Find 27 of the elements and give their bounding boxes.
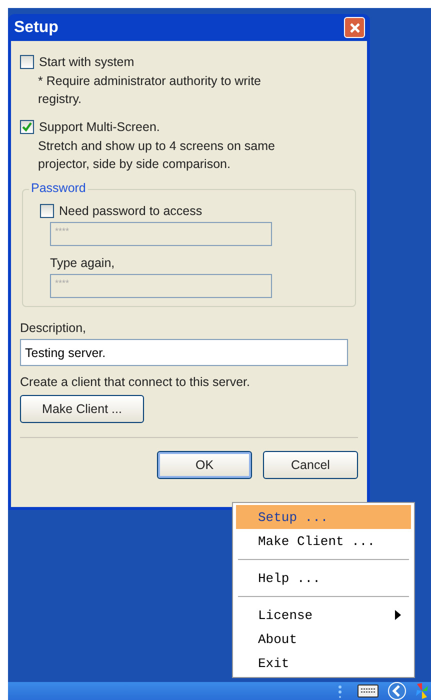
checkbox-label[interactable]: Start with system xyxy=(39,55,134,69)
menu-item[interactable]: License xyxy=(236,603,411,627)
checkbox[interactable] xyxy=(40,204,54,218)
field-label: Type again, xyxy=(50,256,116,270)
menu-item[interactable]: About xyxy=(236,627,411,651)
menu-item[interactable]: Setup ... xyxy=(236,505,411,529)
checkbox-label[interactable]: Support Multi-Screen. xyxy=(39,120,160,134)
close-button[interactable] xyxy=(344,17,365,38)
description-field[interactable]: Testing server. xyxy=(20,339,348,366)
field-label: Description, xyxy=(20,321,87,335)
window-title: Setup xyxy=(14,18,58,36)
checkbox[interactable] xyxy=(20,120,34,134)
hint-text: Create a client that connect to this server. xyxy=(20,375,251,389)
menu-item[interactable]: Exit xyxy=(236,651,411,675)
checkbox[interactable] xyxy=(20,55,34,69)
keyboard-icon[interactable] xyxy=(357,684,379,698)
menu-item[interactable]: Help ... xyxy=(236,566,411,590)
note-text: * Require administrator authority to write registry. xyxy=(38,73,262,108)
close-icon xyxy=(348,22,360,34)
group-legend: Password xyxy=(29,181,88,195)
cancel-button[interactable]: Cancel xyxy=(263,451,358,479)
ok-button[interactable]: OK xyxy=(157,451,252,479)
color-pinwheel-icon[interactable] xyxy=(415,682,429,700)
note-text: Stretch and show up to 4 screens on same projector, side by side comparison. xyxy=(38,138,276,173)
menu-item[interactable]: Make Client ... xyxy=(236,529,411,553)
make-client-button[interactable]: Make Client ... xyxy=(20,395,144,423)
checkbox-label[interactable]: Need password to access xyxy=(59,204,202,218)
